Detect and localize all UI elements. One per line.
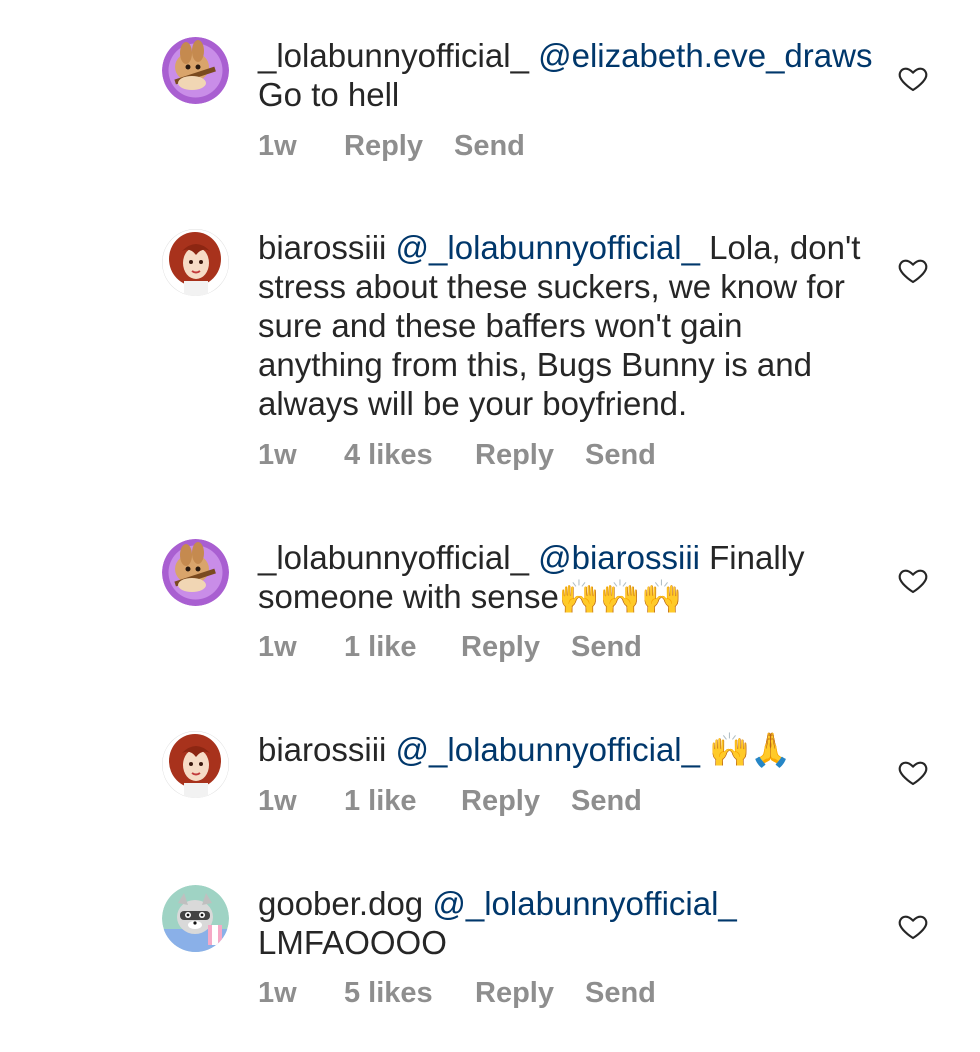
avatar-raccoon[interactable]: [162, 885, 229, 952]
avatar-lola-bunny[interactable]: [162, 37, 229, 104]
mention-link[interactable]: @elizabeth.eve_draws: [538, 37, 872, 74]
comment-meta: 1w 1 like Reply Send: [258, 785, 642, 818]
comment-message: LMFAOOOO: [258, 924, 447, 961]
reply-button[interactable]: Reply: [461, 785, 571, 818]
timestamp: 1w: [258, 785, 297, 817]
comment-text: biarossiii @_lolabunnyofficial_ 🙌🙏: [258, 730, 873, 769]
likes-count[interactable]: 1 like: [344, 631, 461, 664]
timestamp: 1w: [258, 130, 297, 162]
send-button[interactable]: Send: [571, 785, 642, 818]
send-button[interactable]: Send: [585, 977, 656, 1010]
username[interactable]: biarossiii: [258, 731, 386, 768]
mention-link[interactable]: @_lolabunnyofficial_: [396, 229, 700, 266]
comment-meta: 1w 5 likes Reply Send: [258, 977, 656, 1010]
mention-link[interactable]: @_lolabunnyofficial_: [396, 731, 700, 768]
like-heart-icon[interactable]: [897, 62, 929, 94]
send-button[interactable]: Send: [585, 439, 656, 472]
reply-button[interactable]: Reply: [461, 631, 571, 664]
reply-button[interactable]: Reply: [475, 977, 585, 1010]
comment-meta: 1w 4 likes Reply Send: [258, 439, 656, 472]
username[interactable]: _lolabunnyofficial_: [258, 37, 529, 74]
reply-button[interactable]: Reply: [475, 439, 585, 472]
comment-text: goober.dog @_lolabunnyofficial_ LMFAOOOO: [258, 884, 873, 962]
username[interactable]: goober.dog: [258, 885, 423, 922]
timestamp: 1w: [258, 631, 297, 663]
comment-text: biarossiii @_lolabunnyofficial_ Lola, do…: [258, 228, 873, 423]
comment-meta: 1w Reply Send: [258, 130, 525, 163]
send-button[interactable]: Send: [571, 631, 642, 664]
send-button[interactable]: Send: [454, 130, 525, 163]
like-heart-icon[interactable]: [897, 910, 929, 942]
mention-link[interactable]: @biarossiii: [538, 539, 700, 576]
timestamp: 1w: [258, 977, 297, 1009]
comment-text: _lolabunnyofficial_ @elizabeth.eve_draws…: [258, 36, 873, 114]
likes-count[interactable]: 4 likes: [344, 439, 475, 472]
comment-message: 🙌🙏: [699, 731, 792, 768]
likes-count[interactable]: 5 likes: [344, 977, 475, 1010]
like-heart-icon[interactable]: [897, 254, 929, 286]
comment-text: _lolabunnyofficial_ @biarossiii Finally …: [258, 538, 873, 616]
mention-link[interactable]: @_lolabunnyofficial_: [432, 885, 736, 922]
like-heart-icon[interactable]: [897, 564, 929, 596]
comment-meta: 1w 1 like Reply Send: [258, 631, 642, 664]
likes-count[interactable]: 1 like: [344, 785, 461, 818]
avatar-lola-bunny[interactable]: [162, 539, 229, 606]
comment-message: Go to hell: [258, 76, 400, 113]
username[interactable]: biarossiii: [258, 229, 386, 266]
like-heart-icon[interactable]: [897, 756, 929, 788]
avatar-redhead[interactable]: [162, 229, 229, 296]
username[interactable]: _lolabunnyofficial_: [258, 539, 529, 576]
timestamp: 1w: [258, 439, 297, 471]
reply-button[interactable]: Reply: [344, 130, 454, 163]
avatar-redhead[interactable]: [162, 731, 229, 798]
